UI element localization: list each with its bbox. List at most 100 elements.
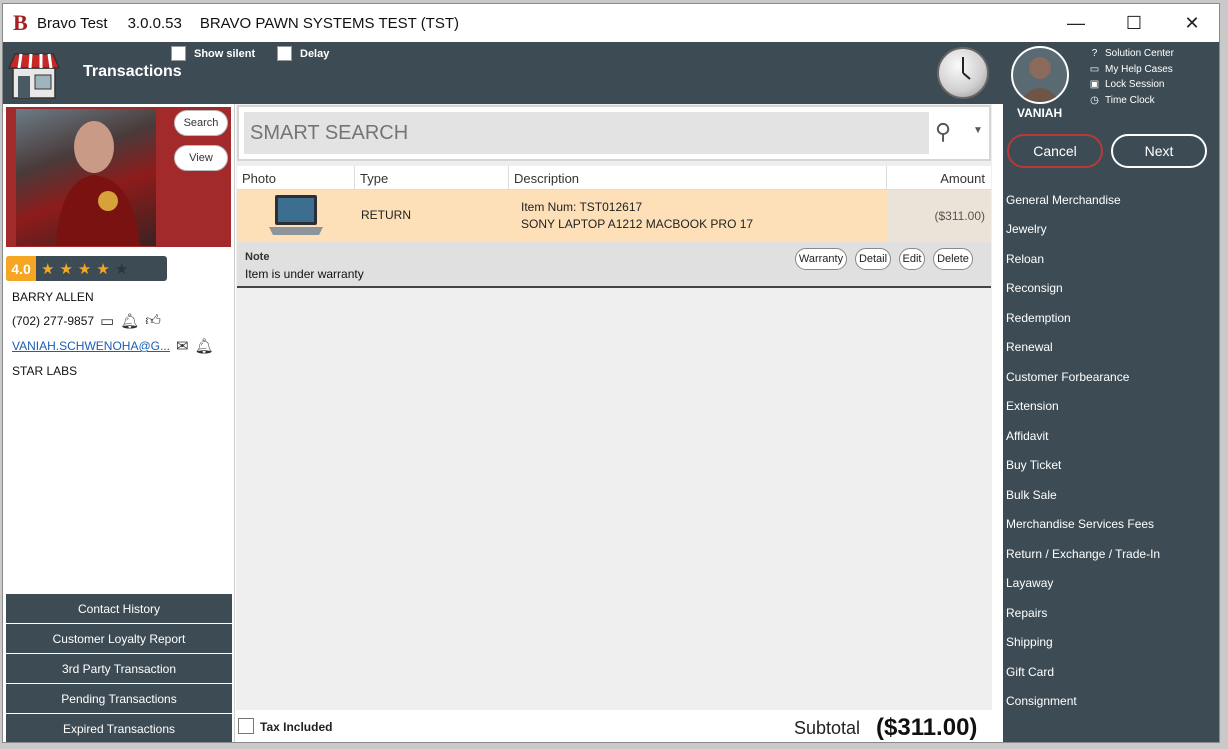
time-clock-label: Time Clock bbox=[1105, 94, 1155, 106]
customer-company: STAR LABS bbox=[12, 364, 77, 378]
thumbs-up-icon[interactable]: 👍︎ bbox=[145, 312, 161, 330]
laptop-thumbnail bbox=[269, 195, 323, 235]
star-icon: ★ bbox=[41, 260, 55, 278]
alert-bell-icon[interactable]: 🔔︎ bbox=[120, 312, 139, 330]
search-icon[interactable]: ⚲ bbox=[935, 119, 951, 145]
menu-item-return-exchange-trade-in[interactable]: Return / Exchange / Trade-In bbox=[1006, 539, 1216, 569]
menu-item-affidavit[interactable]: Affidavit bbox=[1006, 421, 1216, 451]
detail-button[interactable]: Detail bbox=[855, 248, 891, 270]
row-description: SONY LAPTOP A1212 MACBOOK PRO 17 bbox=[521, 217, 754, 231]
cancel-button[interactable]: Cancel bbox=[1007, 134, 1103, 168]
system-name: BRAVO PAWN SYSTEMS TEST (TST) bbox=[199, 14, 460, 32]
customer-loyalty-report-button[interactable]: Customer Loyalty Report bbox=[6, 624, 232, 653]
star-icon: ★ bbox=[96, 260, 110, 278]
customer-rating: 4.0 ★ ★ ★ ★ ★ bbox=[6, 256, 167, 281]
star-icon: ★ bbox=[59, 260, 73, 278]
smart-search-box: ⚲ ▼ bbox=[237, 105, 991, 161]
menu-item-extension[interactable]: Extension bbox=[1006, 392, 1216, 422]
menu-item-merchandise-services-fees[interactable]: Merchandise Services Fees bbox=[1006, 510, 1216, 540]
column-description: Description bbox=[509, 166, 887, 190]
menu-item-consignment[interactable]: Consignment bbox=[1006, 687, 1216, 717]
time-clock-link[interactable]: ◷ Time Clock bbox=[1089, 93, 1174, 109]
user-silhouette-icon bbox=[1019, 57, 1061, 102]
app-name: Bravo Test bbox=[37, 14, 108, 32]
menu-item-shipping[interactable]: Shipping bbox=[1006, 628, 1216, 658]
next-button[interactable]: Next bbox=[1111, 134, 1207, 168]
bravo-logo-icon: B bbox=[13, 10, 28, 35]
menu-item-general-merchandise[interactable]: General Merchandise bbox=[1006, 185, 1216, 215]
solution-center-link[interactable]: ? Solution Center bbox=[1089, 46, 1174, 62]
close-button[interactable]: ✕ bbox=[1163, 4, 1219, 42]
my-help-cases-link[interactable]: ▭ My Help Cases bbox=[1089, 62, 1174, 78]
transaction-type-menu: General Merchandise Jewelry Reloan Recon… bbox=[1006, 185, 1216, 716]
minimize-icon: — bbox=[1067, 12, 1085, 33]
maximize-button[interactable]: ☐ bbox=[1105, 4, 1163, 42]
show-silent-label: Show silent bbox=[194, 47, 256, 60]
avatar[interactable] bbox=[1011, 46, 1069, 104]
menu-item-redemption[interactable]: Redemption bbox=[1006, 303, 1216, 333]
question-circle-icon: ? bbox=[1091, 48, 1098, 60]
transaction-workspace: ⚲ ▼ Photo Type Description Amount RETURN… bbox=[236, 104, 992, 742]
chevron-down-icon[interactable]: ▼ bbox=[973, 125, 983, 136]
my-help-cases-label: My Help Cases bbox=[1105, 63, 1173, 75]
minimize-button[interactable]: — bbox=[1047, 4, 1105, 42]
warranty-button[interactable]: Warranty bbox=[795, 248, 847, 270]
menu-item-layaway[interactable]: Layaway bbox=[1006, 569, 1216, 599]
menu-item-jewelry[interactable]: Jewelry bbox=[1006, 215, 1216, 245]
delay-label: Delay bbox=[300, 47, 330, 60]
solution-center-label: Solution Center bbox=[1105, 48, 1174, 60]
menu-item-repairs[interactable]: Repairs bbox=[1006, 598, 1216, 628]
row-type: RETURN bbox=[361, 208, 411, 222]
help-links: ? Solution Center ▭ My Help Cases ▣ Lock Se… bbox=[1089, 46, 1174, 108]
app-window: B Bravo Test 3.0.0.53 BRAVO PAWN SYSTEMS… bbox=[2, 3, 1220, 743]
wall-clock-icon bbox=[937, 47, 989, 99]
customer-company-text: STAR LABS bbox=[12, 364, 78, 378]
edit-button[interactable]: Edit bbox=[899, 248, 925, 270]
menu-item-renewal[interactable]: Renewal bbox=[1006, 333, 1216, 363]
envelope-icon[interactable]: ✉ bbox=[176, 337, 189, 355]
menu-item-gift-card[interactable]: Gift Card bbox=[1006, 657, 1216, 687]
show-silent-toggle[interactable]: Show silent bbox=[171, 46, 255, 61]
items-table-header: Photo Type Description Amount bbox=[237, 166, 991, 190]
menu-item-reloan[interactable]: Reloan bbox=[1006, 244, 1216, 274]
message-icon[interactable]: ▭ bbox=[100, 312, 114, 330]
lock-session-link[interactable]: ▣ Lock Session bbox=[1089, 77, 1174, 93]
delete-button[interactable]: Delete bbox=[933, 248, 973, 270]
right-panel: VANIAH ? Solution Center ▭ My Help Cases ▣… bbox=[1003, 42, 1219, 742]
maximize-icon: ☐ bbox=[1125, 12, 1143, 33]
menu-item-buy-ticket[interactable]: Buy Ticket bbox=[1006, 451, 1216, 481]
menu-item-customer-forbearance[interactable]: Customer Forbearance bbox=[1006, 362, 1216, 392]
customer-view-button[interactable]: View bbox=[174, 145, 228, 171]
pending-transactions-button[interactable]: Pending Transactions bbox=[6, 684, 232, 713]
subtotal-value: ($311.00) bbox=[876, 714, 978, 741]
customer-email-link[interactable]: VANIAH.SCHWENOHA@G... bbox=[12, 339, 170, 353]
totals-bar: Tax Included Subtotal ($311.00) bbox=[236, 710, 992, 742]
smart-search-input[interactable] bbox=[244, 112, 929, 154]
customer-search-button[interactable]: Search bbox=[174, 110, 228, 136]
app-version: 3.0.0.53 bbox=[127, 14, 182, 32]
lock-session-label: Lock Session bbox=[1105, 79, 1165, 91]
email-alert-bell-icon[interactable]: 🔔︎ bbox=[195, 337, 214, 355]
column-amount: Amount bbox=[940, 170, 985, 186]
menu-item-reconsign[interactable]: Reconsign bbox=[1006, 274, 1216, 304]
delay-toggle[interactable]: Delay bbox=[277, 46, 329, 61]
customer-phone-row: (702) 277-9857 ▭ 🔔︎ 👍︎ bbox=[12, 312, 161, 330]
user-name: VANIAH bbox=[1017, 106, 1063, 120]
subtotal-label: Subtotal bbox=[794, 718, 861, 738]
table-row[interactable]: RETURN Item Num: TST012617 SONY LAPTOP A… bbox=[237, 190, 991, 242]
folder-icon: ▭ bbox=[1089, 63, 1100, 75]
contact-history-button[interactable]: Contact History bbox=[6, 594, 232, 623]
delay-checkbox[interactable] bbox=[277, 46, 292, 61]
expired-transactions-button[interactable]: Expired Transactions bbox=[6, 714, 232, 742]
note-label: Note bbox=[245, 251, 270, 263]
column-type: Type bbox=[355, 166, 509, 190]
show-silent-checkbox[interactable] bbox=[171, 46, 186, 61]
third-party-transaction-button[interactable]: 3rd Party Transaction bbox=[6, 654, 232, 683]
customer-photo-frame: Search View bbox=[6, 107, 231, 247]
close-icon: ✕ bbox=[1184, 12, 1200, 33]
menu-item-bulk-sale[interactable]: Bulk Sale bbox=[1006, 480, 1216, 510]
header-bar: Transactions Show silent Delay bbox=[3, 42, 1003, 104]
customer-actions: Contact History Customer Loyalty Report … bbox=[6, 594, 232, 742]
tax-included-checkbox[interactable] bbox=[238, 718, 254, 734]
rating-value: 4.0 bbox=[6, 256, 36, 281]
